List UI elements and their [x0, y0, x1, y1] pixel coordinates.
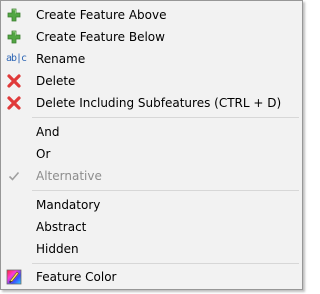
- red-x-icon: [6, 95, 22, 111]
- menu-item-delete-including-subfeatures[interactable]: Delete Including Subfeatures (CTRL + D): [3, 92, 300, 114]
- rename-abc-icon: ab|c: [6, 53, 27, 64]
- menu-item-and[interactable]: And: [3, 121, 300, 143]
- menu-item-alternative: Alternative: [3, 165, 300, 187]
- checkmark-icon: [6, 168, 22, 184]
- menu-separator: [32, 190, 299, 191]
- menu-item-hidden[interactable]: Hidden: [3, 238, 300, 260]
- menu-item-label: Delete: [36, 74, 76, 88]
- menu-item-mandatory[interactable]: Mandatory: [3, 194, 300, 216]
- menu-item-label: And: [36, 125, 60, 139]
- green-plus-icon: [6, 7, 22, 23]
- menu-item-feature-color[interactable]: Feature Color: [3, 266, 300, 288]
- menu-item-delete[interactable]: Delete: [3, 70, 300, 92]
- menu-separator: [32, 263, 299, 264]
- menu-item-label: Delete Including Subfeatures (CTRL + D): [36, 96, 282, 110]
- context-menu: Create Feature Above Create Feature Belo…: [0, 0, 303, 290]
- red-x-icon: [6, 73, 22, 89]
- menu-item-label: Rename: [36, 52, 86, 66]
- menu-item-label: Alternative: [36, 169, 102, 183]
- menu-item-create-feature-below[interactable]: Create Feature Below: [3, 26, 300, 48]
- menu-item-label: Mandatory: [36, 198, 101, 212]
- menu-item-create-feature-above[interactable]: Create Feature Above: [3, 4, 300, 26]
- menu-item-label: Abstract: [36, 220, 87, 234]
- color-palette-icon: [6, 269, 22, 285]
- menu-separator: [32, 117, 299, 118]
- menu-item-label: Create Feature Below: [36, 30, 165, 44]
- menu-item-abstract[interactable]: Abstract: [3, 216, 300, 238]
- menu-item-label: Hidden: [36, 242, 79, 256]
- menu-item-rename[interactable]: ab|c Rename: [3, 48, 300, 70]
- menu-item-label: Create Feature Above: [36, 8, 167, 22]
- menu-item-label: Feature Color: [36, 270, 117, 284]
- menu-item-label: Or: [36, 147, 51, 161]
- menu-item-or[interactable]: Or: [3, 143, 300, 165]
- green-plus-icon: [6, 29, 22, 45]
